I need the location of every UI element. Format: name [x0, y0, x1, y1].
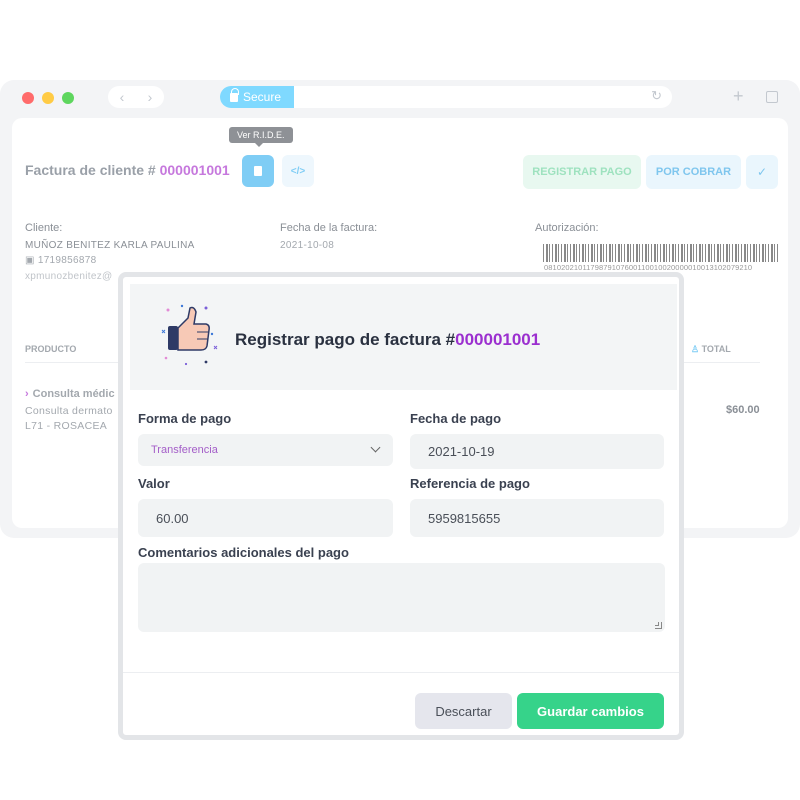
lock-icon: [230, 87, 239, 102]
column-header-total-label: TOTAL: [701, 344, 731, 354]
document-icon: [254, 166, 262, 176]
forma-de-pago-select[interactable]: Transferencia: [138, 434, 393, 466]
modal-header: Registrar pago de factura #000001001: [130, 284, 677, 390]
cliente-name: MUÑOZ BENITEZ KARLA PAULINA: [25, 240, 195, 251]
chevron-down-icon: [370, 442, 381, 453]
view-ride-button[interactable]: [242, 155, 274, 187]
cliente-id-row: ▣ 1719856878: [25, 255, 96, 266]
authorization-number: 0810202101179879107600110010020000010013…: [544, 263, 753, 272]
referencia-value: 5959815655: [428, 510, 501, 526]
new-tab-plus-icon[interactable]: +: [733, 86, 744, 107]
modal-invoice-number: 000001001: [455, 330, 541, 349]
save-changes-button[interactable]: Guardar cambios: [517, 693, 664, 729]
invoice-date-value: 2021-10-08: [280, 240, 335, 251]
register-payment-modal: Registrar pago de factura #000001001 For…: [118, 272, 684, 740]
product-code: L71 - ROSACEA: [25, 420, 108, 432]
id-card-icon: ▣: [25, 255, 38, 266]
view-xml-button[interactable]: </>: [282, 155, 314, 187]
code-icon: </>: [290, 165, 306, 177]
minimize-window-dot[interactable]: [42, 92, 54, 104]
confirm-check-button[interactable]: ✓: [746, 155, 778, 189]
modal-title: Registrar pago de factura #000001001: [235, 330, 540, 350]
tabs-overview-icon[interactable]: [766, 91, 778, 103]
cliente-id: 1719856878: [37, 255, 97, 266]
valor-label: Valor: [138, 476, 170, 491]
nav-buttons: ‹ ›: [108, 86, 164, 108]
column-header-producto: PRODUCTO: [25, 344, 77, 354]
receivable-button[interactable]: POR COBRAR: [646, 155, 741, 189]
authorization-label: Autorización:: [535, 222, 599, 234]
secure-badge: Secure: [220, 86, 294, 108]
valor-value: 60.00: [156, 510, 189, 526]
maximize-window-dot[interactable]: [62, 92, 74, 104]
fecha-de-pago-value: 2021-10-19: [428, 444, 495, 459]
comentarios-textarea[interactable]: [138, 563, 665, 632]
forma-de-pago-value: Transferencia: [151, 444, 218, 456]
invoice-title-prefix: Factura de cliente #: [25, 162, 160, 178]
product-total: $60.00: [726, 404, 760, 416]
close-window-dot[interactable]: [22, 92, 34, 104]
modal-title-prefix: Registrar pago de factura #: [235, 330, 456, 349]
fecha-de-pago-label: Fecha de pago: [410, 411, 502, 426]
modal-footer-divider: [123, 672, 679, 673]
money-icon: ♙: [691, 344, 702, 354]
address-bar[interactable]: Secure ↻: [220, 86, 672, 108]
product-row-title[interactable]: › Consulta médic: [25, 388, 115, 400]
invoice-date-label: Fecha de la factura:: [280, 222, 378, 234]
check-icon: ✓: [756, 165, 768, 179]
invoice-number: 000001001: [159, 162, 230, 178]
referencia-input[interactable]: 5959815655: [410, 499, 664, 537]
register-payment-button[interactable]: REGISTRAR PAGO: [523, 155, 641, 189]
ride-tooltip: Ver R.I.D.E.: [229, 127, 293, 147]
forma-de-pago-label: Forma de pago: [138, 411, 232, 426]
thumbs-up-icon: [161, 304, 218, 366]
chevron-right-icon: ›: [25, 388, 29, 400]
fecha-de-pago-input[interactable]: 2021-10-19: [410, 434, 664, 469]
secure-label: Secure: [243, 90, 282, 104]
valor-input[interactable]: 60.00: [138, 499, 393, 537]
back-arrow-icon[interactable]: ‹: [120, 89, 125, 105]
window-controls: [22, 92, 74, 104]
resize-grip-icon[interactable]: [655, 622, 662, 629]
column-header-total: ♙ TOTAL: [691, 344, 731, 355]
referencia-label: Referencia de pago: [410, 476, 530, 491]
invoice-title: Factura de cliente # 000001001: [25, 162, 230, 178]
forward-arrow-icon[interactable]: ›: [148, 89, 153, 105]
authorization-barcode: [543, 244, 779, 262]
cliente-label: Cliente:: [25, 222, 63, 234]
reload-icon[interactable]: ↻: [651, 88, 662, 104]
product-name: Consulta médic: [32, 388, 115, 400]
comentarios-label: Comentarios adicionales del pago: [138, 545, 349, 560]
product-description: Consulta dermato: [25, 405, 113, 417]
cliente-email: xpmunozbenitez@: [25, 271, 113, 282]
discard-button[interactable]: Descartar: [415, 693, 512, 729]
